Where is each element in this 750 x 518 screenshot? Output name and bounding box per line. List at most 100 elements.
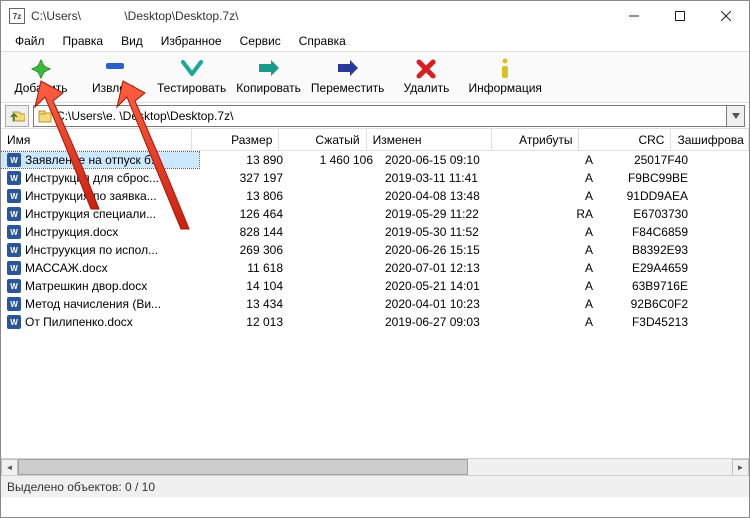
docx-icon xyxy=(7,261,21,275)
menu-favorites[interactable]: Избранное xyxy=(153,32,230,50)
cell-crc: F9BC99BE xyxy=(599,170,694,186)
col-packed[interactable]: Сжатый xyxy=(279,129,366,150)
table-row[interactable]: Инструкция специали...126 4642019-05-29 … xyxy=(1,205,749,223)
docx-icon xyxy=(7,315,21,329)
move-icon xyxy=(336,59,360,79)
docx-icon xyxy=(7,297,21,311)
cell-modified: 2020-04-08 13:48 xyxy=(379,188,509,204)
table-row[interactable]: Инструкция по заявка...13 806 2020-04-08 … xyxy=(1,187,749,205)
cell-modified: 2020-04-01 10:23 xyxy=(379,296,509,312)
table-row[interactable]: МАССАЖ.docx11 6182020-07-01 12:13AE29A46… xyxy=(1,259,749,277)
col-attr[interactable]: Атрибуты xyxy=(492,129,579,150)
cell-packed xyxy=(289,249,379,251)
add-button[interactable]: Добавить xyxy=(5,53,77,101)
cell-attr: A xyxy=(509,296,599,312)
extract-icon xyxy=(103,59,127,79)
cell-packed xyxy=(289,303,379,305)
rows: Заявление на отпуск б...13 8901 460 1062… xyxy=(1,151,749,331)
info-button[interactable]: Информация xyxy=(464,53,545,101)
table-row[interactable]: Метод начисления (Ви...13 434 2020-04-01 … xyxy=(1,295,749,313)
docx-icon xyxy=(7,153,21,167)
cell-attr: RA xyxy=(509,206,599,222)
cell-crc: F3D45213 xyxy=(599,314,694,330)
col-name[interactable]: Имя xyxy=(1,129,192,150)
test-icon xyxy=(180,59,204,79)
status-text: Выделено объектов: 0 / 10 xyxy=(7,480,155,494)
cell-attr: A xyxy=(509,224,599,240)
file-list: Имя Размер Сжатый Изменен Атрибуты CRC З… xyxy=(1,129,749,475)
delete-label: Удалить xyxy=(404,81,450,95)
test-button[interactable]: Тестировать xyxy=(153,53,230,101)
table-row[interactable]: Заявление на отпуск б...13 8901 460 1062… xyxy=(1,151,749,169)
scroll-left-button[interactable]: ◄ xyxy=(1,459,18,475)
cell-name: Метод начисления (Ви... xyxy=(1,296,199,312)
cell-crc: B8392E93 xyxy=(599,242,694,258)
cell-modified: 2019-06-27 09:03 xyxy=(379,314,509,330)
path-input[interactable]: C:\Users\e. \Desktop\Desktop.7z\ xyxy=(33,105,727,127)
cell-packed xyxy=(289,231,379,233)
window-controls xyxy=(611,1,749,31)
extract-button[interactable]: Извлечь xyxy=(79,53,151,101)
cell-size: 14 104 xyxy=(199,278,289,294)
path-bar: C:\Users\e. \Desktop\Desktop.7z\ xyxy=(1,103,749,129)
cell-modified: 2020-06-26 15:15 xyxy=(379,242,509,258)
col-encrypted[interactable]: Зашифрова xyxy=(671,129,749,150)
menu-file[interactable]: Файл xyxy=(7,32,53,50)
cell-size: 13 890 xyxy=(199,152,289,168)
cell-packed: 1 460 106 xyxy=(289,152,379,168)
cell-crc: F84C6859 xyxy=(599,224,694,240)
menu-bar: Файл Правка Вид Избранное Сервис Справка xyxy=(1,31,749,51)
docx-icon xyxy=(7,171,21,185)
cell-packed xyxy=(289,195,379,197)
col-size[interactable]: Размер xyxy=(192,129,279,150)
table-row[interactable]: От Пилипенко.docx12 0132019-06-27 09:03A… xyxy=(1,313,749,331)
delete-button[interactable]: Удалить xyxy=(390,53,462,101)
cell-name: Заявление на отпуск б... xyxy=(1,152,199,168)
window-title: C:\Users\ \Desktop\Desktop.7z\ xyxy=(31,9,611,23)
cell-attr: A xyxy=(509,170,599,186)
scroll-right-button[interactable]: ► xyxy=(732,459,749,475)
cell-size: 13 806 xyxy=(199,188,289,204)
maximize-button[interactable] xyxy=(657,1,703,31)
cell-modified: 2020-06-15 09:10 xyxy=(379,152,509,168)
scroll-track[interactable] xyxy=(18,459,732,475)
cell-modified: 2019-05-29 11:22 xyxy=(379,206,509,222)
status-bar: Выделено объектов: 0 / 10 xyxy=(1,475,749,497)
horizontal-scrollbar[interactable]: ◄ ► xyxy=(1,458,749,475)
cell-size: 828 144 xyxy=(199,224,289,240)
docx-icon xyxy=(7,189,21,203)
minimize-button[interactable] xyxy=(611,1,657,31)
cell-crc: E6703730 xyxy=(599,206,694,222)
add-label: Добавить xyxy=(14,81,67,95)
cell-size: 126 464 xyxy=(199,206,289,222)
cell-name: Инструкция по заявка... xyxy=(1,188,199,204)
copy-button[interactable]: Копировать xyxy=(232,53,305,101)
cell-size: 12 013 xyxy=(199,314,289,330)
menu-tools[interactable]: Сервис xyxy=(232,32,289,50)
table-row[interactable]: Матрешкин двор.docx14 1042020-05-21 14:0… xyxy=(1,277,749,295)
path-dropdown[interactable] xyxy=(727,105,745,127)
docx-icon xyxy=(7,225,21,239)
cell-crc: E29A4659 xyxy=(599,260,694,276)
cell-attr: A xyxy=(509,278,599,294)
copy-icon xyxy=(257,59,281,79)
table-row[interactable]: Инструкция для сброс...327 1972019-03-11… xyxy=(1,169,749,187)
scroll-thumb[interactable] xyxy=(18,459,468,475)
menu-edit[interactable]: Правка xyxy=(55,32,112,50)
col-crc[interactable]: CRC xyxy=(579,129,671,150)
docx-icon xyxy=(7,243,21,257)
cell-size: 13 434 xyxy=(199,296,289,312)
cell-modified: 2019-05-30 11:52 xyxy=(379,224,509,240)
docx-icon xyxy=(7,207,21,221)
table-row[interactable]: Инструкция.docx828 1442019-05-30 11:52AF… xyxy=(1,223,749,241)
close-button[interactable] xyxy=(703,1,749,31)
move-button[interactable]: Переместить xyxy=(307,53,389,101)
menu-help[interactable]: Справка xyxy=(291,32,354,50)
col-modified[interactable]: Изменен xyxy=(367,129,493,150)
table-row[interactable]: Инструукция по испол...269 3062020-06-26… xyxy=(1,241,749,259)
title-bar: 7z C:\Users\ \Desktop\Desktop.7z\ xyxy=(1,1,749,31)
up-button[interactable] xyxy=(5,105,29,127)
plus-icon xyxy=(29,59,53,79)
copy-label: Копировать xyxy=(236,81,301,95)
menu-view[interactable]: Вид xyxy=(113,32,151,50)
